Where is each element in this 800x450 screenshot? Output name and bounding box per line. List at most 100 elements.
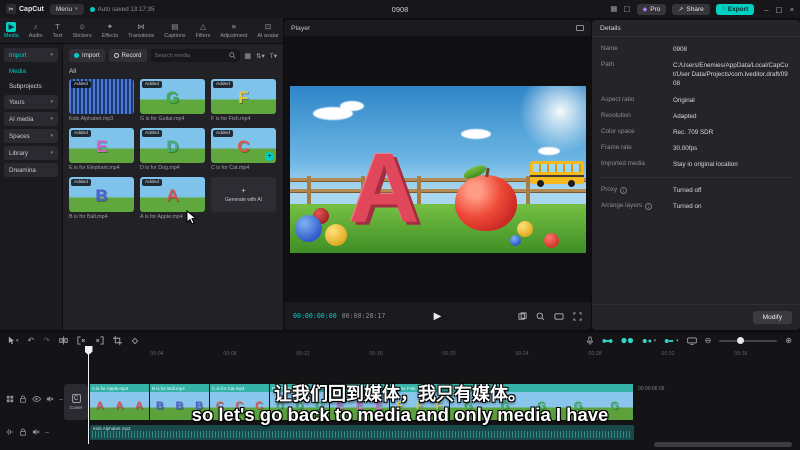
undo-button[interactable]: ↶	[28, 336, 35, 345]
cover-button[interactable]: C Cover	[64, 384, 88, 420]
timeline: ▾ ↶ ↷ ▾ ▾ ⊖ ⊕ 00:04 00:08 00:12 00:16 00…	[0, 333, 800, 450]
tab-stickers[interactable]: ☺ Stickers	[72, 22, 91, 39]
zoom-out-button[interactable]: ⊖	[705, 336, 712, 345]
sidebar-item-subprojects[interactable]: Subprojects	[4, 80, 58, 92]
track-options-toggle[interactable]: ▾	[664, 337, 679, 345]
preview-quality-icon[interactable]	[686, 337, 697, 345]
tab-adjustment[interactable]: ≡ Adjustment	[220, 22, 247, 39]
preview-zoom-icon[interactable]	[536, 312, 545, 321]
sidebar-item-spaces[interactable]: Spaces ▾	[4, 129, 58, 143]
timeline-horizontal-scrollbar[interactable]	[654, 442, 792, 447]
subtitle-chinese: 让我们回到媒体，我只有媒体。	[274, 384, 526, 404]
export-button[interactable]: ↑ Export	[715, 3, 755, 15]
layout-toggle-icon[interactable]: ▦	[610, 5, 617, 13]
collapse-track-icon[interactable]: –	[59, 396, 63, 403]
record-button[interactable]: Record	[108, 49, 147, 62]
audio-thumbnail[interactable]: Added	[69, 79, 134, 114]
voiceover-mic-icon[interactable]	[586, 335, 594, 346]
panel-layout-icon[interactable]: ▢	[624, 5, 631, 13]
share-button[interactable]: ↗ Share	[672, 3, 710, 15]
fullscreen-icon[interactable]	[573, 311, 582, 321]
generate-with-ai-button[interactable]: + Generate with AI	[211, 177, 276, 212]
link-toggle[interactable]	[620, 336, 634, 345]
media-item[interactable]: Added C + C is for Cat.mp4	[211, 128, 276, 171]
tab-filters[interactable]: △ Filters	[196, 22, 211, 39]
video-thumbnail[interactable]: Added G	[140, 79, 205, 114]
video-thumbnail[interactable]: Added A	[140, 177, 205, 212]
select-tool-button[interactable]: ▾	[8, 336, 19, 345]
video-thumbnail[interactable]: Added F	[211, 79, 276, 114]
titlebar: ✂ CapCut Menu ▾ Auto saved 13:17:35 0908…	[0, 0, 800, 18]
color-compare-icon[interactable]	[518, 311, 527, 321]
player-options-icon[interactable]	[576, 25, 584, 31]
timeline-clip[interactable]: A is for Apple.mp4 A A A	[90, 384, 150, 420]
delete-left-icon[interactable]	[77, 336, 86, 345]
lock-icon[interactable]	[19, 428, 27, 436]
split-icon[interactable]	[59, 336, 68, 345]
redo-button[interactable]: ↷	[43, 336, 50, 345]
lock-icon[interactable]	[19, 395, 27, 403]
playhead[interactable]	[84, 346, 93, 444]
close-button[interactable]: ×	[790, 5, 794, 14]
sidebar-item-library[interactable]: Library ▾	[4, 146, 58, 160]
capcut-logo-icon: ✂	[6, 4, 16, 14]
media-item[interactable]: Added B B is for Ball.mp4	[69, 177, 134, 220]
tab-ai-avatar[interactable]: ⊡ AI avatar	[257, 22, 279, 39]
ribbon-tabs: ▶ Media ♪ Audio T Text ☺ Stickers ✦ Effe…	[0, 18, 283, 43]
sort-icon[interactable]: ⇅▾	[256, 52, 265, 60]
info-icon[interactable]: i	[620, 186, 628, 194]
video-thumbnail[interactable]: Added B	[69, 177, 134, 212]
media-item[interactable]: Added Kids Alphabet.mp3	[69, 79, 134, 122]
search-input[interactable]	[154, 52, 227, 59]
sidebar-item-import[interactable]: Import ▾	[4, 48, 58, 62]
tab-media[interactable]: ▶ Media	[4, 22, 19, 39]
media-item[interactable]: Added G G is for Guitar.mp4	[140, 79, 205, 122]
video-thumbnail[interactable]: Added D	[140, 128, 205, 163]
keyframe-icon[interactable]	[131, 337, 139, 345]
magnet-snap-toggle[interactable]	[602, 337, 613, 345]
minimize-button[interactable]: –	[764, 5, 768, 14]
hide-eye-icon[interactable]	[32, 395, 41, 403]
play-button[interactable]: ▶	[434, 311, 442, 322]
sidebar-item-ai-media[interactable]: AI media ▾	[4, 112, 58, 126]
pro-button[interactable]: ◆ Pro	[636, 3, 667, 15]
grid-view-icon[interactable]: ▦	[244, 52, 251, 60]
timeline-ruler[interactable]: 00:04 00:08 00:12 00:16 00:20 00:24 00:2…	[62, 348, 800, 361]
collapse-track-icon[interactable]: –	[45, 429, 49, 436]
media-item[interactable]: Added D D is for Dog.mp4	[140, 128, 205, 171]
waveform-icon[interactable]	[6, 428, 14, 436]
crop-icon[interactable]	[112, 336, 122, 345]
ratio-icon[interactable]	[554, 312, 564, 321]
media-item[interactable]: Added A A is for Apple.mp4	[140, 177, 205, 225]
sidebar-item-dreamina[interactable]: Dreamina	[4, 163, 58, 177]
mute-speaker-icon[interactable]	[46, 395, 54, 403]
search-box[interactable]	[150, 49, 241, 62]
track-thumbnail-icon[interactable]	[6, 395, 14, 403]
tab-transitions[interactable]: ⋈ Transitions	[128, 22, 154, 39]
filter-type-icon[interactable]: T▾	[270, 52, 277, 60]
audio-track-clip[interactable]: Kids Alphabet.mp3	[90, 425, 634, 440]
restore-button[interactable]: ▢	[776, 5, 783, 14]
modify-button[interactable]: Modify	[752, 311, 792, 324]
info-icon[interactable]: i	[644, 202, 652, 210]
timeline-zoom-slider[interactable]	[719, 337, 778, 344]
add-to-timeline-icon[interactable]: +	[265, 152, 274, 161]
sidebar-item-media[interactable]: Media	[4, 65, 58, 77]
import-button[interactable]: Import	[69, 49, 105, 62]
mute-speaker-icon[interactable]	[32, 428, 40, 436]
video-thumbnail[interactable]: Added E	[69, 128, 134, 163]
video-thumbnail[interactable]: Added C +	[211, 128, 276, 163]
zoom-in-button[interactable]: ⊕	[785, 336, 792, 345]
all-filter[interactable]: All	[69, 68, 277, 75]
sidebar-item-yours[interactable]: Yours ▾	[4, 95, 58, 109]
tab-effects[interactable]: ✦ Effects	[102, 22, 118, 39]
menu-button[interactable]: Menu ▾	[49, 3, 84, 15]
delete-right-icon[interactable]	[95, 336, 104, 345]
tab-captions[interactable]: ▤ Captions	[164, 22, 185, 39]
media-item[interactable]: Added E E is for Elephant.mp4	[69, 128, 134, 171]
auto-snap-toggle[interactable]: ▾	[642, 337, 656, 345]
slider-knob[interactable]	[737, 337, 745, 344]
tab-text[interactable]: T Text	[53, 22, 63, 39]
media-item[interactable]: Added F F is for Fish.mp4	[211, 79, 276, 122]
tab-audio[interactable]: ♪ Audio	[29, 22, 43, 39]
